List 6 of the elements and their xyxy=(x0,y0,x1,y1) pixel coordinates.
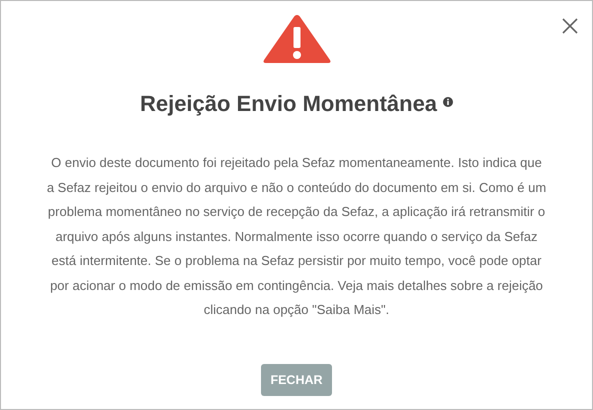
message-text: O envio deste documento foi rejeitado pela Sefaz momentaneamente. Isto indica que a Sefaz rejeitou o envio do arquivo e não o conteúdo do documento em si. Como é um problema momentâneo no serviço de recepção da Sefaz, a aplicação irá retransmitir o arquivo após alguns instantes. Normalmente isso ocorre quando o serviço da Sefaz está intermitente. Se o problema na Sefaz persistir por muito tempo, você pode optar por acionar o modo de emissão em contingência. Veja mais detalhes sobre a rejeição clicando na opção "Saiba Mais". xyxy=(46,154,546,319)
dialog-title: Rejeição Envio Momentânea xyxy=(140,91,438,117)
info-icon[interactable] xyxy=(443,97,454,107)
close-button[interactable]: FECHAR xyxy=(261,364,332,396)
warning-icon xyxy=(262,13,332,65)
close-icon[interactable] xyxy=(562,18,578,34)
